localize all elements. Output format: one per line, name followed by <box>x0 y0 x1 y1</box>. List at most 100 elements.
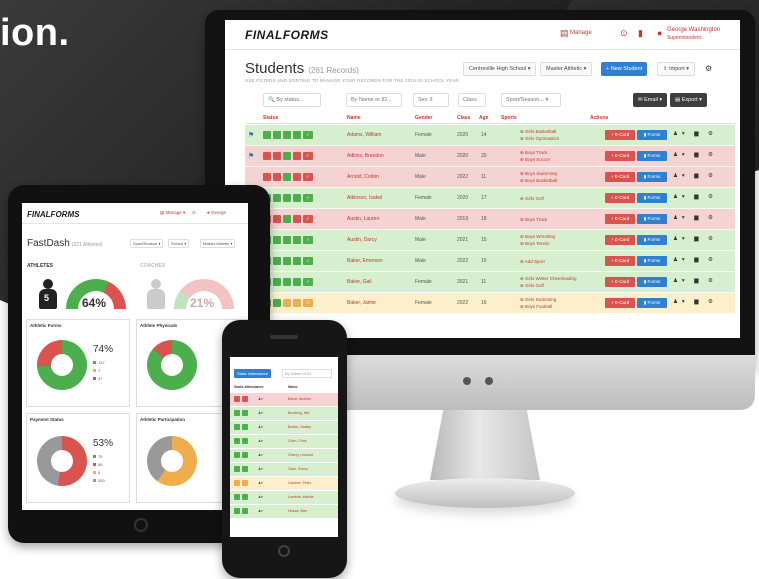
help-icon[interactable]: ⊙ <box>192 210 196 216</box>
athlete-name[interactable]: Hickok, Bret <box>288 509 307 513</box>
table-row[interactable]: ⚑ ✓ Adkins, Brandon Male 2020 20 ⊕ Boys Track ⊕… <box>245 146 735 167</box>
forms-button[interactable]: ▮ Forms <box>637 256 667 266</box>
column-header-attendance[interactable]: Static Attendance <box>234 385 263 389</box>
status-filter[interactable]: 🔍 By status... <box>263 93 321 107</box>
forms-button[interactable]: ▮ Forms <box>637 130 667 140</box>
athlete-name[interactable]: Burton, Hadley <box>288 425 311 429</box>
status-badge[interactable]: ✓ <box>303 131 313 139</box>
school-select[interactable]: School ▾ <box>168 239 190 248</box>
attendance-status-icon[interactable] <box>242 438 248 444</box>
import-button[interactable]: ⇪ Import ▾ <box>657 62 696 76</box>
status-indicator-icon[interactable] <box>283 299 291 307</box>
sex-filter[interactable]: Sex ⇕ <box>413 93 449 107</box>
attendance-status-icon[interactable] <box>242 494 248 500</box>
table-row[interactable]: ✓ Baker, Gail Female 2021 11 ⊕ Girls Winter C… <box>245 272 735 293</box>
email-button[interactable]: ✉ Email ▾ <box>633 93 668 107</box>
sport-link[interactable]: ⊕ Boys Tennis <box>520 240 555 247</box>
attendance-menu-icon[interactable]: ♟▾ <box>258 425 263 429</box>
table-row[interactable]: ✓ Atkinson, Isabel Female 2020 17 ⊕ Girls Gol… <box>245 188 735 209</box>
payment-status-card[interactable]: Payment Status 53% 75 56 5 200 <box>26 413 130 503</box>
row-action-icons[interactable]: ♟▾ ▆ ⚙ <box>673 299 717 305</box>
status-badge[interactable]: ✓ <box>303 173 313 181</box>
sport-link[interactable]: ⊕ Girls Swimming <box>520 296 556 303</box>
table-row[interactable]: ⚑ ✓ Adams, William Female 2020 14 ⊕ Girls Bask… <box>245 125 735 146</box>
list-item[interactable]: ♟▾ Burton, Hadley <box>230 421 338 434</box>
athlete-name[interactable]: Lambda, Martha <box>288 495 314 499</box>
sport-season-select[interactable]: Sport/Season ▾ <box>130 239 164 248</box>
attendance-menu-icon[interactable]: ♟▾ <box>258 397 263 401</box>
attendance-check-icon[interactable] <box>234 494 240 500</box>
forms-button[interactable]: ▮ Forms <box>637 172 667 182</box>
row-action-icons[interactable]: ♟▾ ▆ ⚙ <box>673 194 717 200</box>
role-select[interactable]: Master Athletic ▾ <box>540 62 593 76</box>
status-indicator-icon[interactable] <box>293 173 301 181</box>
forms-button[interactable]: ▮ Forms <box>637 151 667 161</box>
attendance-check-icon[interactable] <box>234 410 240 416</box>
column-header-sports[interactable]: Sports <box>501 115 517 121</box>
forms-button[interactable]: ▮ Forms <box>637 235 667 245</box>
attendance-menu-icon[interactable]: ♟▾ <box>258 481 263 485</box>
forms-button[interactable]: ▮ Forms <box>637 277 667 287</box>
manage-menu[interactable]: ▤ Manage ▾ <box>160 210 185 216</box>
notifications-icon[interactable]: ▮ <box>638 28 643 39</box>
attendance-status-icon[interactable] <box>242 508 248 514</box>
sport-link[interactable]: ⊕ Add Sport <box>520 258 545 265</box>
table-row[interactable]: ✓ Baker, Jaime Female 2022 16 ⊕ Girls Swimmin… <box>245 293 735 314</box>
settings-gear-icon[interactable]: ⚙ <box>705 64 712 73</box>
row-action-icons[interactable]: ♟▾ ▆ ⚙ <box>673 236 717 242</box>
status-indicator-icon[interactable] <box>283 152 291 160</box>
attendance-status-icon[interactable] <box>242 466 248 472</box>
e-card-button[interactable]: + E-Card <box>605 193 635 203</box>
status-indicator-icon[interactable] <box>293 236 301 244</box>
sport-link[interactable]: ⊕ Boys Soccer <box>520 156 550 163</box>
attendance-check-icon[interactable] <box>234 438 240 444</box>
row-action-icons[interactable]: ♟▾ ▆ ⚙ <box>673 152 717 158</box>
status-badge[interactable]: ✓ <box>303 194 313 202</box>
column-header-status[interactable]: Status <box>263 115 278 121</box>
attendance-check-icon[interactable] <box>234 480 240 486</box>
row-action-icons[interactable]: ♟▾ ▆ ⚙ <box>673 215 717 221</box>
status-badge[interactable]: ✓ <box>303 215 313 223</box>
list-item[interactable]: ♟▾ Brooking, Mel <box>230 407 338 420</box>
attendance-check-icon[interactable] <box>234 508 240 514</box>
status-indicator-icon[interactable] <box>273 236 281 244</box>
status-indicator-icon[interactable] <box>263 152 271 160</box>
column-header-age[interactable]: Age <box>479 115 488 121</box>
sport-link[interactable]: ⊕ Girls Golf <box>520 282 577 289</box>
finalforms-logo[interactable]: FINALFORMS <box>245 28 329 42</box>
attendance-check-icon[interactable] <box>234 396 240 402</box>
student-name[interactable]: Arnold, Corbin <box>347 174 379 180</box>
static-attendance-button[interactable]: Static Attendance <box>234 369 272 378</box>
table-row[interactable]: ✓ Austin, Darcy Male 2021 15 ⊕ Boys Wrestling… <box>245 230 735 251</box>
athletic-forms-card[interactable]: Athletic Forms 74% 137 7 47 <box>26 319 130 407</box>
school-select[interactable]: Centreville High School ▾ <box>463 62 537 76</box>
forms-button[interactable]: ▮ Forms <box>637 298 667 308</box>
list-item[interactable]: ♟▾ Gardner, Peter <box>230 477 338 490</box>
status-indicator-icon[interactable] <box>293 257 301 265</box>
status-badge[interactable]: ✓ <box>303 278 313 286</box>
column-header-class[interactable]: Class <box>457 115 470 121</box>
status-indicator-icon[interactable] <box>263 131 271 139</box>
student-name[interactable]: Atkinson, Isabel <box>347 195 382 201</box>
e-card-button[interactable]: + E-Card <box>605 298 635 308</box>
row-action-icons[interactable]: ♟▾ ▆ ⚙ <box>673 131 717 137</box>
sport-filter[interactable]: Sport/Season... ▾ <box>501 93 561 107</box>
forms-button[interactable]: ▮ Forms <box>637 193 667 203</box>
attendance-menu-icon[interactable]: ♟▾ <box>258 509 263 513</box>
athlete-name[interactable]: Clark, Sonny <box>288 467 308 471</box>
e-card-button[interactable]: + E-Card <box>605 235 635 245</box>
student-name[interactable]: Baker, Emerson <box>347 258 383 264</box>
table-row[interactable]: ✓ Arnold, Corbin Male 2022 11 ⊕ Boys Swimming… <box>245 167 735 188</box>
student-name[interactable]: Baker, Jaime <box>347 300 376 306</box>
status-indicator-icon[interactable] <box>283 131 291 139</box>
status-indicator-icon[interactable] <box>293 215 301 223</box>
status-indicator-icon[interactable] <box>293 299 301 307</box>
table-row[interactable]: ✓ Austin, Lauren Male 2019 18 ⊕ Boys Track + E… <box>245 209 735 230</box>
attendance-status-icon[interactable] <box>242 480 248 486</box>
tablet-home-button[interactable] <box>134 518 148 532</box>
column-header-name[interactable]: Name <box>288 385 298 389</box>
status-indicator-icon[interactable] <box>293 278 301 286</box>
attendance-check-icon[interactable] <box>234 466 240 472</box>
finalforms-logo[interactable]: FINALFORMS <box>27 210 79 219</box>
user-menu[interactable]: ● George <box>207 210 226 215</box>
